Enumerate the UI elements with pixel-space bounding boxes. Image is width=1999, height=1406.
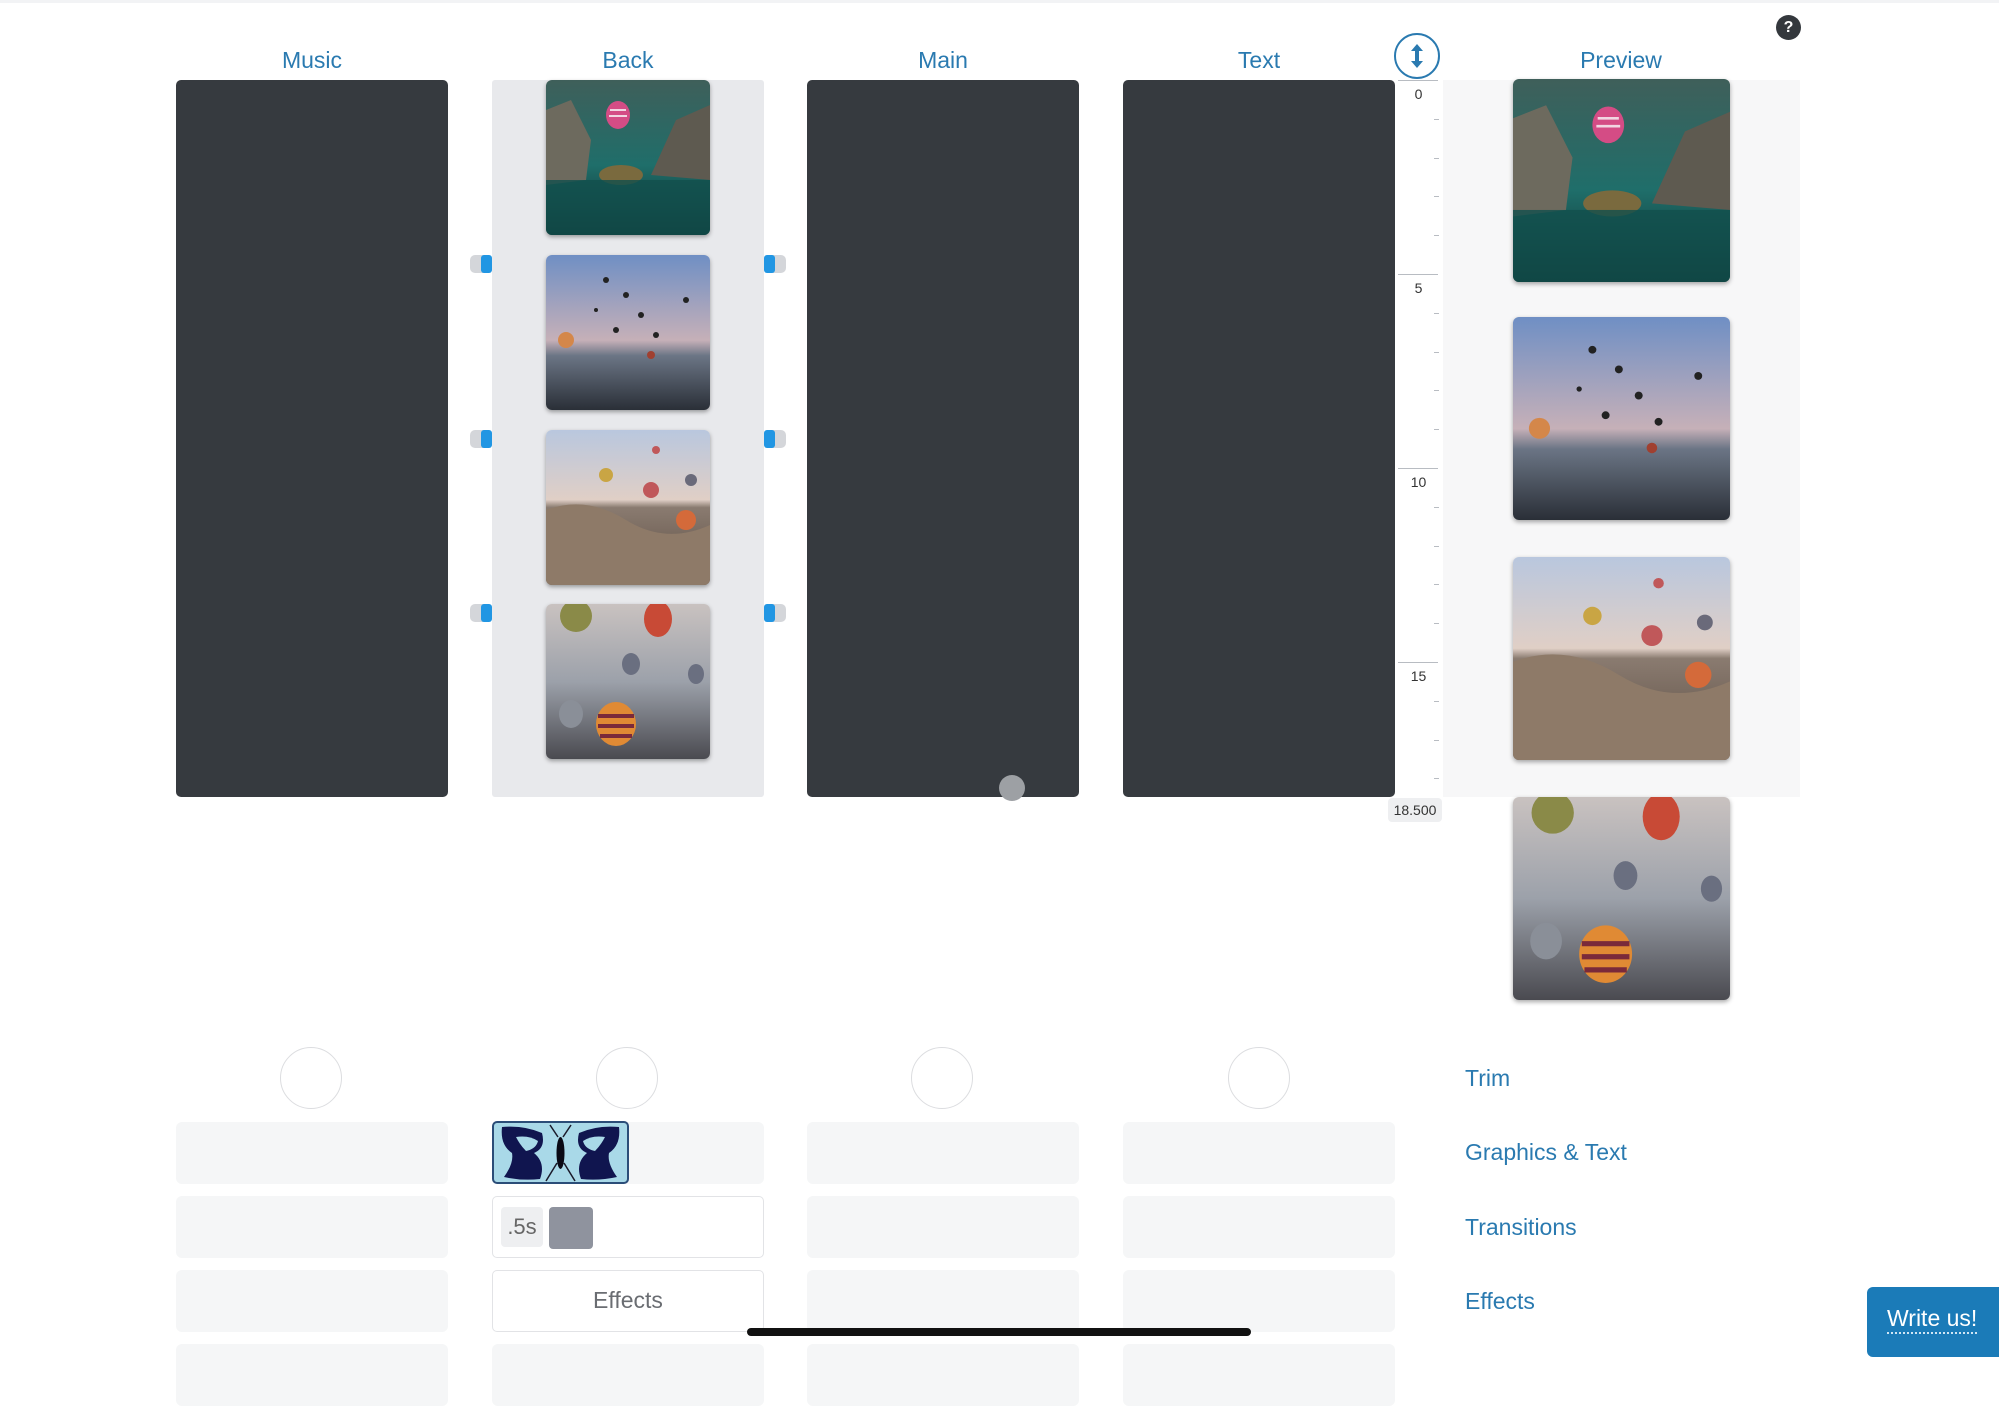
vertical-resize-icon xyxy=(1411,44,1423,68)
trim-handle-right[interactable] xyxy=(764,604,786,622)
graphic-thumbnail[interactable] xyxy=(492,1121,629,1184)
clip-thumbnail-balloons-rocks xyxy=(546,430,710,585)
preview-frame[interactable] xyxy=(1513,317,1730,520)
add-back-button[interactable] xyxy=(596,1047,658,1109)
clip-thumbnail-balloons-closeup xyxy=(546,604,710,759)
back-clip[interactable] xyxy=(546,604,710,759)
text-property-slot xyxy=(1123,1270,1395,1332)
transition-duration-row[interactable]: .5s xyxy=(492,1196,764,1258)
ruler-tick-label: 5 xyxy=(1414,280,1423,296)
main-property-slot xyxy=(807,1344,1079,1406)
back-property-slot xyxy=(492,1344,764,1406)
write-us-label: Write us! xyxy=(1887,1304,1978,1334)
timeline-end-label: 18.500 xyxy=(1388,798,1442,822)
main-property-slot xyxy=(807,1270,1079,1332)
main-property-slot xyxy=(807,1122,1079,1184)
music-track[interactable] xyxy=(176,80,448,797)
effects-button[interactable]: Effects xyxy=(492,1270,764,1332)
main-property-slot xyxy=(807,1196,1079,1258)
preview-frame[interactable] xyxy=(1513,797,1730,1000)
text-property-slot xyxy=(1123,1344,1395,1406)
preview-image-balloons-rocks xyxy=(1513,557,1730,760)
column-header-preview: Preview xyxy=(1580,47,1662,73)
text-property-slot xyxy=(1123,1196,1395,1258)
add-music-button[interactable] xyxy=(280,1047,342,1109)
menu-item-graphics-text[interactable]: Graphics & Text xyxy=(1465,1137,1627,1167)
clip-thumbnail-turtle xyxy=(546,80,710,235)
music-property-slot xyxy=(176,1270,448,1332)
clip-thumbnail-balloons-dusk xyxy=(546,255,710,410)
trim-handle-left[interactable] xyxy=(470,604,492,622)
home-indicator xyxy=(747,1328,1251,1336)
music-property-slot xyxy=(176,1122,448,1184)
preview-frame[interactable] xyxy=(1513,79,1730,282)
trim-handle-right[interactable] xyxy=(764,255,786,273)
zoom-toggle-button[interactable] xyxy=(1394,33,1440,79)
ruler-tick-label: 10 xyxy=(1410,474,1427,490)
add-main-button[interactable] xyxy=(911,1047,973,1109)
preview-image-turtle xyxy=(1513,79,1730,282)
back-track[interactable] xyxy=(492,80,764,797)
help-button[interactable]: ? xyxy=(1776,15,1801,40)
preview-image-balloons-dusk xyxy=(1513,317,1730,520)
column-header-text: Text xyxy=(1237,47,1281,73)
music-property-slot xyxy=(176,1196,448,1258)
trim-handle-left[interactable] xyxy=(470,430,492,448)
column-header-music: Music xyxy=(281,47,343,73)
column-header-back: Back xyxy=(602,47,654,73)
trim-handle-left[interactable] xyxy=(470,255,492,273)
trim-handle-right[interactable] xyxy=(764,430,786,448)
transition-color-swatch[interactable] xyxy=(549,1207,593,1249)
top-divider xyxy=(0,0,1999,3)
music-property-slot xyxy=(176,1344,448,1406)
text-track[interactable] xyxy=(1123,80,1395,797)
menu-item-effects[interactable]: Effects xyxy=(1465,1286,1535,1316)
duration-value[interactable]: .5s xyxy=(501,1207,543,1247)
back-clip[interactable] xyxy=(546,255,710,410)
timeline-ruler[interactable]: 0 5 10 15 xyxy=(1396,80,1441,797)
add-text-button[interactable] xyxy=(1228,1047,1290,1109)
effects-button-label: Effects xyxy=(593,1287,663,1313)
column-header-main: Main xyxy=(918,47,968,73)
ruler-tick-label: 0 xyxy=(1414,86,1423,102)
menu-item-trim[interactable]: Trim xyxy=(1465,1063,1510,1093)
ruler-tick-label: 15 xyxy=(1410,668,1427,684)
menu-item-transitions[interactable]: Transitions xyxy=(1465,1212,1577,1242)
preview-image-balloons-closeup xyxy=(1513,797,1730,1000)
butterfly-icon xyxy=(501,1124,620,1182)
write-us-button[interactable]: Write us! xyxy=(1867,1287,1999,1357)
text-property-slot xyxy=(1123,1122,1395,1184)
help-icon: ? xyxy=(1783,19,1794,36)
preview-frame[interactable] xyxy=(1513,557,1730,760)
scroll-thumb[interactable] xyxy=(999,775,1025,801)
back-clip[interactable] xyxy=(546,430,710,585)
main-track[interactable] xyxy=(807,80,1079,797)
back-clip[interactable] xyxy=(546,80,710,235)
